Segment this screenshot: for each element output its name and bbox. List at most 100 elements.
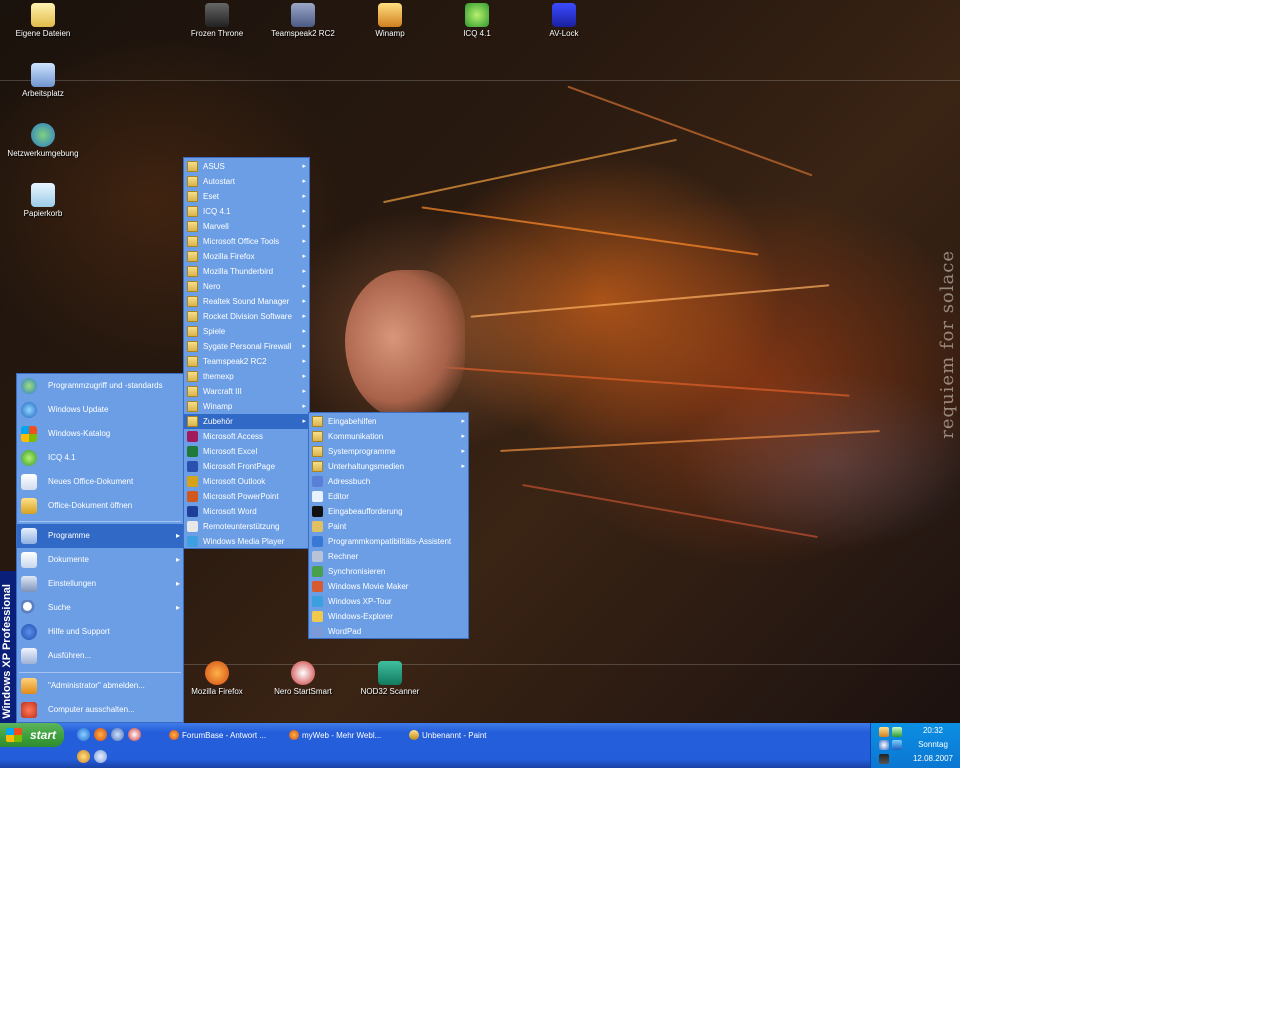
media-player-icon[interactable]: [111, 728, 124, 741]
programs-item-spiele[interactable]: Spiele ▸: [184, 324, 309, 339]
clock-time[interactable]: 20:32: [909, 726, 957, 735]
start-item-new-office-doc[interactable]: Neues Office-Dokument: [17, 470, 183, 494]
programs-item-microsoft-word[interactable]: Microsoft Word: [184, 504, 309, 519]
accessories-item-editor[interactable]: Editor: [309, 489, 468, 504]
start-item-logoff[interactable]: "Administrator" abmelden...: [17, 674, 183, 698]
tray-network-icon[interactable]: [892, 727, 902, 737]
accessories-menu: Eingabehilfen ▸ Kommunikation ▸ Systemprogra…: [308, 412, 469, 639]
desktop-icon-recycle-bin[interactable]: Papierkorb: [6, 183, 80, 218]
windows-flag-icon: [6, 728, 22, 742]
programs-item-label: Microsoft PowerPoint: [203, 492, 279, 501]
programs-item-label: Nero: [203, 282, 221, 291]
accessories-item-programmkompatibilitäts-assistent[interactable]: Programmkompatibilitäts-Assistent: [309, 534, 468, 549]
accessories-item-label: Synchronisieren: [328, 567, 386, 576]
accessories-item-eingabeaufforderung[interactable]: Eingabeaufforderung: [309, 504, 468, 519]
programs-item-warcraft-iii[interactable]: Warcraft III ▸: [184, 384, 309, 399]
new-office-doc-icon: [21, 474, 37, 490]
accessories-item-windows-movie-maker[interactable]: Windows Movie Maker: [309, 579, 468, 594]
start-item-open-office-doc[interactable]: Office-Dokument öffnen: [17, 494, 183, 518]
start-item-program-defaults[interactable]: Programmzugriff und -standards: [17, 374, 183, 398]
programs-item-eset[interactable]: Eset ▸: [184, 189, 309, 204]
start-item-icq[interactable]: ICQ 4.1: [17, 446, 183, 470]
programs-item-label: Autostart: [203, 177, 236, 186]
accessories-item-windows-explorer[interactable]: Windows-Explorer: [309, 609, 468, 624]
accessories-item-eingabehilfen[interactable]: Eingabehilfen ▸: [309, 414, 468, 429]
accessories-item-rechner[interactable]: Rechner: [309, 549, 468, 564]
programs-item-nero[interactable]: Nero ▸: [184, 279, 309, 294]
accessories-item-unterhaltungsmedien[interactable]: Unterhaltungsmedien ▸: [309, 459, 468, 474]
documents-icon: [21, 552, 37, 568]
start-item-documents[interactable]: Dokumente ▸: [17, 548, 183, 572]
programs-item-label: Realtek Sound Manager: [203, 297, 290, 306]
desktop-icon-nero[interactable]: Nero StartSmart: [266, 661, 340, 696]
firefox-icon[interactable]: [94, 728, 107, 741]
desktop-icon-frozen-throne[interactable]: Frozen Throne: [180, 3, 254, 38]
programs-item-windows-media-player[interactable]: Windows Media Player: [184, 534, 309, 549]
winamp-icon[interactable]: [77, 750, 90, 763]
desktop-icon-firefox[interactable]: Mozilla Firefox: [180, 661, 254, 696]
accessories-item-adressbuch[interactable]: Adressbuch: [309, 474, 468, 489]
task-button-forumbase[interactable]: ForumBase - Antwort ...: [168, 727, 284, 744]
accessories-item-wordpad[interactable]: WordPad: [309, 624, 468, 639]
open-office-doc-icon: [21, 498, 37, 514]
program-icon: [312, 551, 323, 562]
task-button-myweb[interactable]: myWeb - Mehr Webl...: [288, 727, 404, 744]
programs-item-zubehör[interactable]: Zubehör ▸: [184, 414, 309, 429]
tray-app-icon[interactable]: [879, 727, 889, 737]
programs-item-realtek-sound-manager[interactable]: Realtek Sound Manager ▸: [184, 294, 309, 309]
desktop-icon[interactable]: [94, 750, 107, 763]
desktop-icon-network[interactable]: Netzwerkumgebung: [6, 123, 80, 158]
task-label: ForumBase - Antwort ...: [182, 731, 267, 740]
programs-item-asus[interactable]: ASUS ▸: [184, 159, 309, 174]
tray-shield-icon[interactable]: [892, 740, 902, 750]
desktop-icon-winamp[interactable]: Winamp: [353, 3, 427, 38]
desktop-icon-documents[interactable]: Eigene Dateien: [6, 3, 80, 38]
submenu-arrow-icon: ▸: [302, 343, 306, 350]
programs-item-label: Remoteunterstützung: [203, 522, 280, 531]
accessories-item-windows-xp-tour[interactable]: Windows XP-Tour: [309, 594, 468, 609]
programs-item-winamp[interactable]: Winamp ▸: [184, 399, 309, 414]
programs-item-teamspeak2-rc2[interactable]: Teamspeak2 RC2 ▸: [184, 354, 309, 369]
programs-item-label: Microsoft FrontPage: [203, 462, 276, 471]
tray-monitor-icon[interactable]: [879, 754, 889, 764]
programs-item-themexp[interactable]: themexp ▸: [184, 369, 309, 384]
task-button-paint[interactable]: Unbenannt - Paint: [408, 727, 524, 744]
start-button[interactable]: start: [0, 723, 64, 747]
desktop-icon-icq[interactable]: ICQ 4.1: [440, 3, 514, 38]
start-item-shutdown[interactable]: Computer ausschalten...: [17, 698, 183, 722]
start-item-search[interactable]: Suche ▸: [17, 596, 183, 620]
programs-item-mozilla-firefox[interactable]: Mozilla Firefox ▸: [184, 249, 309, 264]
accessories-item-label: Adressbuch: [328, 477, 371, 486]
programs-item-microsoft-excel[interactable]: Microsoft Excel: [184, 444, 309, 459]
ie-icon[interactable]: [77, 728, 90, 741]
programs-item-microsoft-outlook[interactable]: Microsoft Outlook: [184, 474, 309, 489]
tray-help-icon[interactable]: [879, 740, 889, 750]
desktop-icon-av-lock[interactable]: AV-Lock: [527, 3, 601, 38]
start-item-programs[interactable]: Programme ▸: [17, 524, 183, 548]
programs-item-sygate-personal-firewall[interactable]: Sygate Personal Firewall ▸: [184, 339, 309, 354]
desktop-icon-teamspeak[interactable]: Teamspeak2 RC2: [266, 3, 340, 38]
start-item-help[interactable]: Hilfe und Support: [17, 620, 183, 644]
programs-item-icq-4-1[interactable]: ICQ 4.1 ▸: [184, 204, 309, 219]
programs-item-microsoft-access[interactable]: Microsoft Access: [184, 429, 309, 444]
programs-item-rocket-division-software[interactable]: Rocket Division Software ▸: [184, 309, 309, 324]
nero-icon[interactable]: [128, 728, 141, 741]
programs-item-remoteunterstützung[interactable]: Remoteunterstützung: [184, 519, 309, 534]
accessories-item-kommunikation[interactable]: Kommunikation ▸: [309, 429, 468, 444]
programs-item-mozilla-thunderbird[interactable]: Mozilla Thunderbird ▸: [184, 264, 309, 279]
programs-item-marvell[interactable]: Marvell ▸: [184, 219, 309, 234]
desktop-icon-my-computer[interactable]: Arbeitsplatz: [6, 63, 80, 98]
programs-item-microsoft-frontpage[interactable]: Microsoft FrontPage: [184, 459, 309, 474]
accessories-item-systemprogramme[interactable]: Systemprogramme ▸: [309, 444, 468, 459]
desktop-icon-nod32[interactable]: NOD32 Scanner: [353, 661, 427, 696]
start-item-run[interactable]: Ausführen...: [17, 644, 183, 668]
programs-item-microsoft-powerpoint[interactable]: Microsoft PowerPoint: [184, 489, 309, 504]
start-item-settings[interactable]: Einstellungen ▸: [17, 572, 183, 596]
start-item-windows-update[interactable]: Windows Update: [17, 398, 183, 422]
accessories-item-synchronisieren[interactable]: Synchronisieren: [309, 564, 468, 579]
programs-item-autostart[interactable]: Autostart ▸: [184, 174, 309, 189]
programs-item-microsoft-office-tools[interactable]: Microsoft Office Tools ▸: [184, 234, 309, 249]
help-icon: [21, 624, 37, 640]
accessories-item-paint[interactable]: Paint: [309, 519, 468, 534]
start-item-windows-catalog[interactable]: Windows-Katalog: [17, 422, 183, 446]
